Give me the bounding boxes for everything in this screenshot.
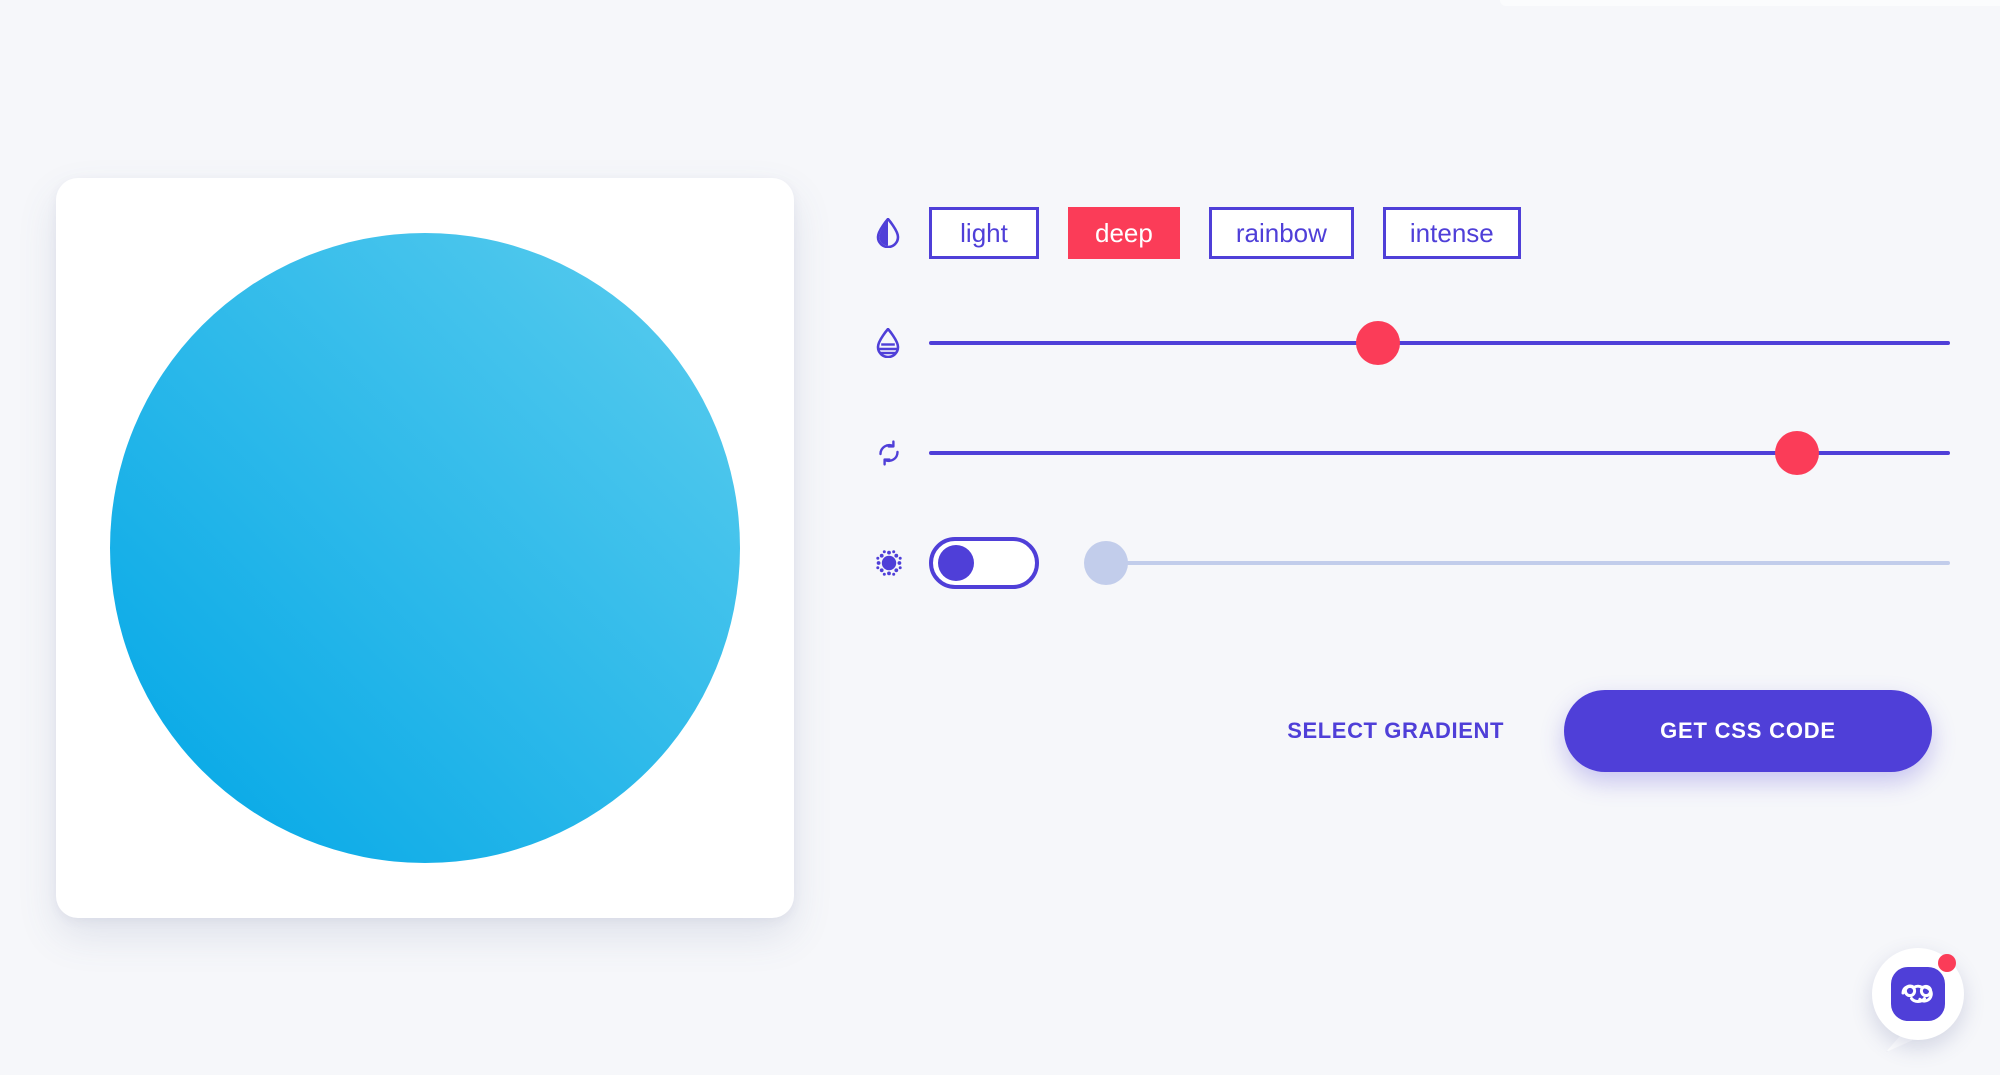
select-gradient-button[interactable]: SELECT GRADIENT: [1287, 718, 1504, 744]
shade-slider-track[interactable]: [929, 341, 1950, 345]
noise-control-row: [875, 508, 1950, 618]
style-tab-group: light deep rainbow intense: [929, 207, 1521, 259]
tab-rainbow[interactable]: rainbow: [1208, 207, 1354, 259]
get-css-code-button[interactable]: GET CSS CODE: [1564, 690, 1932, 772]
rotation-row-body: [929, 431, 1950, 475]
shade-slider-handle[interactable]: [1356, 321, 1401, 365]
tab-intense[interactable]: intense: [1382, 207, 1521, 259]
droplet-half-icon: [875, 218, 929, 248]
rotation-slider[interactable]: [929, 431, 1950, 475]
actions-row: SELECT GRADIENT GET CSS CODE: [875, 690, 1950, 772]
rotation-slider-handle[interactable]: [1774, 431, 1819, 475]
shade-control-row: [875, 288, 1950, 398]
noise-toggle-knob: [938, 545, 974, 581]
gradient-preview-card: [56, 178, 794, 918]
noise-slider-handle[interactable]: [1084, 541, 1129, 585]
droplet-layers-icon: [875, 328, 929, 358]
style-control-row: light deep rainbow intense: [875, 178, 1950, 288]
chat-widget-button[interactable]: [1872, 948, 1968, 1056]
gradient-preview-circle: [110, 233, 740, 863]
app-layout: light deep rainbow intense SELECT GRADIE…: [0, 0, 2000, 1075]
tab-deep[interactable]: deep: [1068, 207, 1180, 259]
shade-slider[interactable]: [929, 321, 1950, 365]
noise-toggle[interactable]: [929, 537, 1039, 589]
noise-row-body: [929, 537, 1950, 589]
controls-panel: light deep rainbow intense SELECT GRADIE…: [875, 178, 1950, 772]
grain-noise-icon: [875, 549, 929, 577]
refresh-rotate-icon: [875, 439, 929, 467]
tab-light[interactable]: light: [929, 207, 1039, 259]
chat-notification-dot: [1938, 954, 1956, 972]
style-row-body: light deep rainbow intense: [929, 207, 1950, 259]
shade-row-body: [929, 321, 1950, 365]
chat-smiley-avatar-icon: [1891, 967, 1945, 1021]
rotation-control-row: [875, 398, 1950, 508]
noise-amount-slider[interactable]: [1084, 541, 1950, 585]
noise-slider-track: [1089, 561, 1950, 565]
